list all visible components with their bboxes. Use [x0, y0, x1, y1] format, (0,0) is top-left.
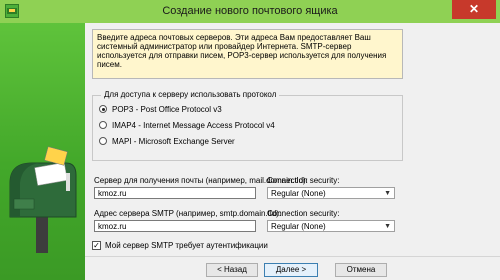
- radio-label: POP3 - Post Office Protocol v3: [112, 104, 222, 114]
- side-illustration-panel: [0, 23, 85, 280]
- radio-imap4[interactable]: IMAP4 - Internet Message Access Protocol…: [99, 120, 275, 130]
- mailbox-illustration: [9, 146, 77, 253]
- chevron-down-icon: ▼: [384, 223, 391, 230]
- back-button[interactable]: < Назад: [206, 263, 258, 277]
- radio-mapi[interactable]: MAPI - Microsoft Exchange Server: [99, 136, 235, 146]
- outgoing-security-label: Connection security:: [267, 209, 340, 218]
- incoming-server-input[interactable]: kmoz.ru: [94, 187, 256, 199]
- radio-button[interactable]: [99, 137, 107, 145]
- content-area: Введите адреса почтовых серверов. Эти ад…: [85, 23, 500, 280]
- smtp-auth-checkbox[interactable]: ✓: [92, 241, 101, 250]
- radio-button[interactable]: [99, 121, 107, 129]
- radio-pop3[interactable]: POP3 - Post Office Protocol v3: [99, 104, 222, 114]
- title-bar: Создание нового почтового ящика ✕: [0, 0, 500, 24]
- incoming-security-select[interactable]: Regular (None) ▼: [267, 187, 395, 199]
- protocol-group: Для доступа к серверу использовать прото…: [92, 90, 403, 161]
- window-title: Создание нового почтового ящика: [162, 5, 338, 17]
- smtp-auth-option[interactable]: ✓ Мой сервер SMTP требует аутентификации: [92, 241, 268, 250]
- incoming-security-label: Connection security:: [267, 176, 340, 185]
- outgoing-server-label: Адрес сервера SMTP (например, smtp.domai…: [94, 209, 282, 218]
- smtp-auth-label: Мой сервер SMTP требует аутентификации: [105, 241, 268, 250]
- outgoing-server-input[interactable]: kmoz.ru: [94, 220, 256, 232]
- incoming-security-value: Regular (None): [271, 189, 326, 198]
- next-button[interactable]: Далее >: [264, 263, 318, 277]
- chevron-down-icon: ▼: [384, 190, 391, 197]
- radio-label: IMAP4 - Internet Message Access Protocol…: [112, 120, 275, 130]
- outgoing-security-select[interactable]: Regular (None) ▼: [267, 220, 395, 232]
- cancel-button[interactable]: Отмена: [335, 263, 387, 277]
- close-button[interactable]: ✕: [452, 0, 496, 19]
- protocol-group-label: Для доступа к серверу использовать прото…: [101, 90, 280, 99]
- wizard-window: Введите адреса почтовых серверов. Эти ад…: [0, 23, 500, 280]
- radio-label: MAPI - Microsoft Exchange Server: [112, 136, 235, 146]
- radio-button[interactable]: [99, 105, 107, 113]
- footer-divider: [85, 256, 500, 257]
- outgoing-security-value: Regular (None): [271, 222, 326, 231]
- info-message: Введите адреса почтовых серверов. Эти ад…: [92, 29, 403, 79]
